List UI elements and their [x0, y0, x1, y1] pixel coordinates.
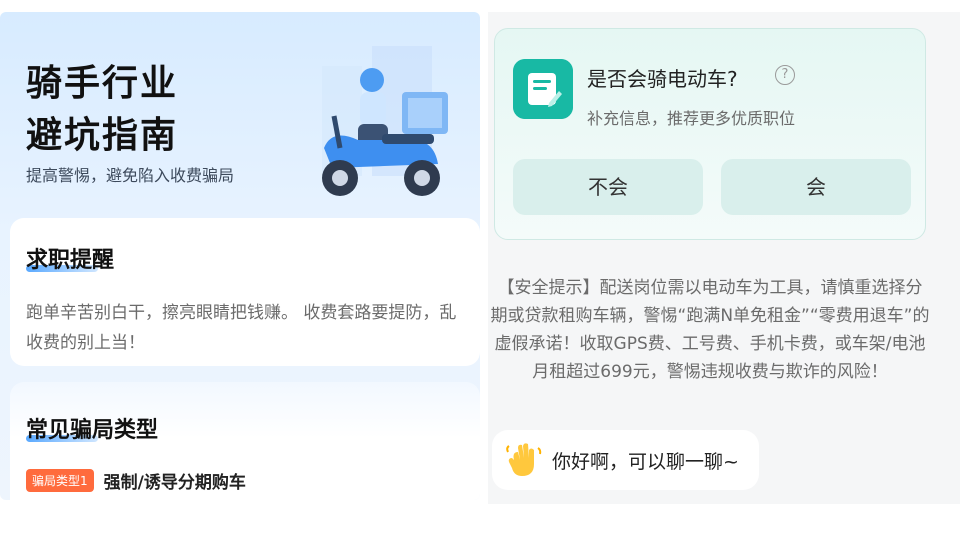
- option-no-button[interactable]: 不会: [513, 159, 703, 215]
- hero-title: 骑手行业 避坑指南: [26, 58, 178, 162]
- job-reminder-text: 跑单辛苦别白干，擦亮眼睛把钱赚。 收费套路要提防，乱收费的别上当！: [26, 303, 457, 353]
- hero-subtitle: 提高警惕，避免陷入收费骗局: [26, 166, 235, 185]
- greeting-bubble[interactable]: 你好啊，可以聊一聊~: [492, 430, 759, 490]
- scam-type-tag: 骗局类型1: [26, 469, 94, 492]
- rider-guide-panel: 骑手行业 避坑指南 提高警惕，避免陷入收费骗局 求职提醒 跑单辛苦别白干，擦亮眼…: [0, 12, 480, 500]
- document-app-icon: [513, 59, 573, 119]
- job-reminder-card: 求职提醒 跑单辛苦别白干，擦亮眼睛把钱赚。 收费套路要提防，乱收费的别上当！: [10, 218, 480, 366]
- hero-title-line1: 骑手行业: [26, 63, 179, 104]
- question-subtitle: 补充信息，推荐更多优质职位: [587, 109, 796, 128]
- scooter-rider-illustration: [322, 46, 448, 196]
- scam-type-text: 强制/诱导分期购车: [103, 473, 246, 493]
- scam-types-title: 常见骗局类型: [26, 412, 158, 444]
- waving-hand-icon: [506, 443, 542, 476]
- safety-tip-text: 【安全提示】配送岗位需以电动车为工具，请慎重选择分期或贷款租购车辆，警惕“跑满N…: [490, 278, 930, 382]
- greeting-text: 你好啊，可以聊一聊~: [552, 450, 739, 473]
- job-reminder-title: 求职提醒: [26, 242, 114, 274]
- scam-type-item[interactable]: 骗局类型1 强制/诱导分期购车: [26, 468, 246, 493]
- scam-types-title-text: 常见骗局类型: [26, 418, 159, 443]
- help-icon[interactable]: ?: [775, 65, 795, 85]
- chat-panel: 是否会骑电动车? ? 补充信息，推荐更多优质职位 不会 会 【安全提示】配送岗位…: [488, 12, 960, 504]
- question-title: 是否会骑电动车?: [587, 67, 738, 91]
- scam-types-card: 常见骗局类型 骗局类型1 强制/诱导分期购车: [10, 382, 480, 500]
- hero-title-line2: 避坑指南: [26, 115, 179, 156]
- question-card: 是否会骑电动车? ? 补充信息，推荐更多优质职位 不会 会: [494, 28, 926, 240]
- option-yes-button[interactable]: 会: [721, 159, 911, 215]
- job-reminder-title-text: 求职提醒: [26, 248, 115, 273]
